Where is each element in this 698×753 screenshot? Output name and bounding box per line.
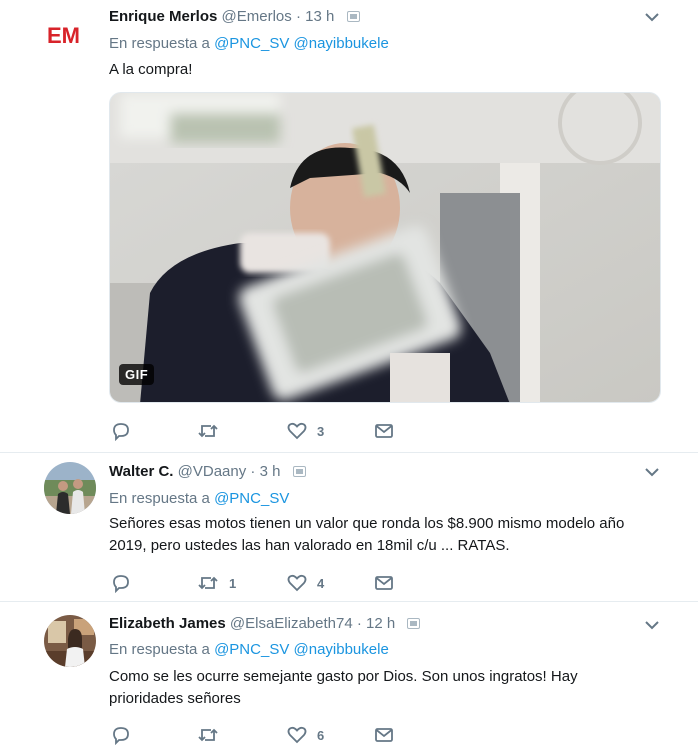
direct-message-button[interactable] — [374, 572, 394, 594]
gif-badge: GIF — [119, 364, 155, 385]
tweet-header: Enrique Merlos @Emerlos · 13 h — [109, 8, 360, 25]
avatar[interactable]: EM — [44, 8, 94, 60]
author-handle[interactable]: @ElsaElizabeth74 — [230, 615, 353, 632]
avatar[interactable] — [44, 615, 96, 667]
logo-text: EM — [47, 23, 80, 48]
chevron-down-icon[interactable] — [641, 11, 663, 25]
direct-message-button[interactable] — [374, 724, 394, 746]
chevron-down-icon[interactable] — [641, 619, 663, 633]
tweet-header: Elizabeth James @ElsaElizabeth74 · 12 h — [109, 615, 421, 632]
reply-context: En respuesta a @PNC_SV @nayibbukele — [109, 641, 389, 658]
reply-prefix: En respuesta a — [109, 641, 210, 658]
reply-context: En respuesta a @PNC_SV @nayibbukele — [109, 35, 389, 52]
retweet-button[interactable] — [197, 420, 229, 442]
heart-icon — [287, 726, 307, 744]
tweet-text: Como se les ocurre semejante gasto por D… — [109, 668, 578, 707]
tweet[interactable]: EM Enrique Merlos @Emerlos · 13 h En res… — [0, 0, 698, 453]
em-logo: EM — [47, 23, 80, 48]
gif-frame — [110, 93, 660, 402]
avatar[interactable] — [44, 462, 96, 514]
tweet[interactable]: Walter C. @VDaany · 3 h En respuesta a @… — [0, 453, 698, 602]
author-name[interactable]: Enrique Merlos — [109, 8, 217, 25]
author-handle[interactable]: @Emerlos — [222, 8, 292, 25]
image-card-icon — [346, 11, 360, 22]
tweet-actions: 1 4 — [109, 572, 409, 594]
reply-icon — [113, 727, 129, 745]
like-button[interactable]: 6 — [287, 724, 324, 746]
like-count: 6 — [317, 727, 325, 743]
envelope-icon — [375, 576, 393, 590]
tweet-actions: 3 — [109, 420, 409, 442]
reply-button[interactable] — [111, 724, 141, 746]
timestamp[interactable]: 13 h — [305, 8, 334, 25]
reply-prefix: En respuesta a — [109, 490, 210, 507]
avatar-photo — [44, 462, 96, 514]
reply-button[interactable] — [111, 420, 141, 442]
author-name[interactable]: Walter C. — [109, 463, 173, 480]
heart-icon — [287, 574, 307, 592]
like-button[interactable]: 4 — [287, 572, 324, 594]
mention-link[interactable]: @nayibbukele — [294, 641, 389, 658]
reply-prefix: En respuesta a — [109, 35, 210, 52]
like-count: 4 — [317, 575, 325, 591]
reply-button[interactable] — [111, 572, 141, 594]
timestamp[interactable]: 3 h — [260, 463, 281, 480]
separator-dot: · — [295, 8, 301, 25]
retweet-button[interactable]: 1 — [197, 572, 236, 594]
mention-link[interactable]: @PNC_SV — [214, 641, 289, 658]
mention-link[interactable]: @PNC_SV — [214, 35, 289, 52]
heart-icon — [287, 422, 307, 440]
image-card-icon — [292, 466, 306, 477]
mention-link[interactable]: @PNC_SV — [214, 490, 289, 507]
reply-icon — [113, 423, 129, 441]
like-count: 3 — [317, 423, 325, 439]
retweet-count: 1 — [229, 575, 237, 591]
image-card-icon — [407, 618, 421, 629]
reply-context: En respuesta a @PNC_SV — [109, 490, 289, 507]
timestamp[interactable]: 12 h — [366, 615, 395, 632]
retweet-icon — [198, 576, 218, 590]
tweet-text: A la compra! — [109, 61, 193, 78]
retweet-icon — [198, 424, 218, 438]
envelope-icon — [375, 424, 393, 438]
mention-link[interactable]: @nayibbukele — [294, 35, 389, 52]
author-handle[interactable]: @VDaany — [178, 463, 247, 480]
direct-message-button[interactable] — [374, 420, 394, 442]
author-name[interactable]: Elizabeth James — [109, 615, 226, 632]
reply-icon — [113, 575, 129, 593]
tweet-text: Señores esas motos tienen un valor que r… — [109, 515, 625, 554]
separator-dot: · — [356, 615, 362, 632]
gif-media[interactable]: GIF — [109, 92, 661, 403]
tweet-header: Walter C. @VDaany · 3 h — [109, 463, 306, 480]
tweet[interactable]: Elizabeth James @ElsaElizabeth74 · 12 h … — [0, 602, 698, 753]
separator-dot: · — [250, 463, 256, 480]
envelope-icon — [375, 728, 393, 742]
avatar-photo — [44, 615, 96, 667]
retweet-icon — [198, 728, 218, 742]
retweet-button[interactable] — [197, 724, 229, 746]
tweet-actions: 6 — [109, 724, 409, 746]
chevron-down-icon[interactable] — [641, 466, 663, 480]
like-button[interactable]: 3 — [287, 420, 324, 442]
